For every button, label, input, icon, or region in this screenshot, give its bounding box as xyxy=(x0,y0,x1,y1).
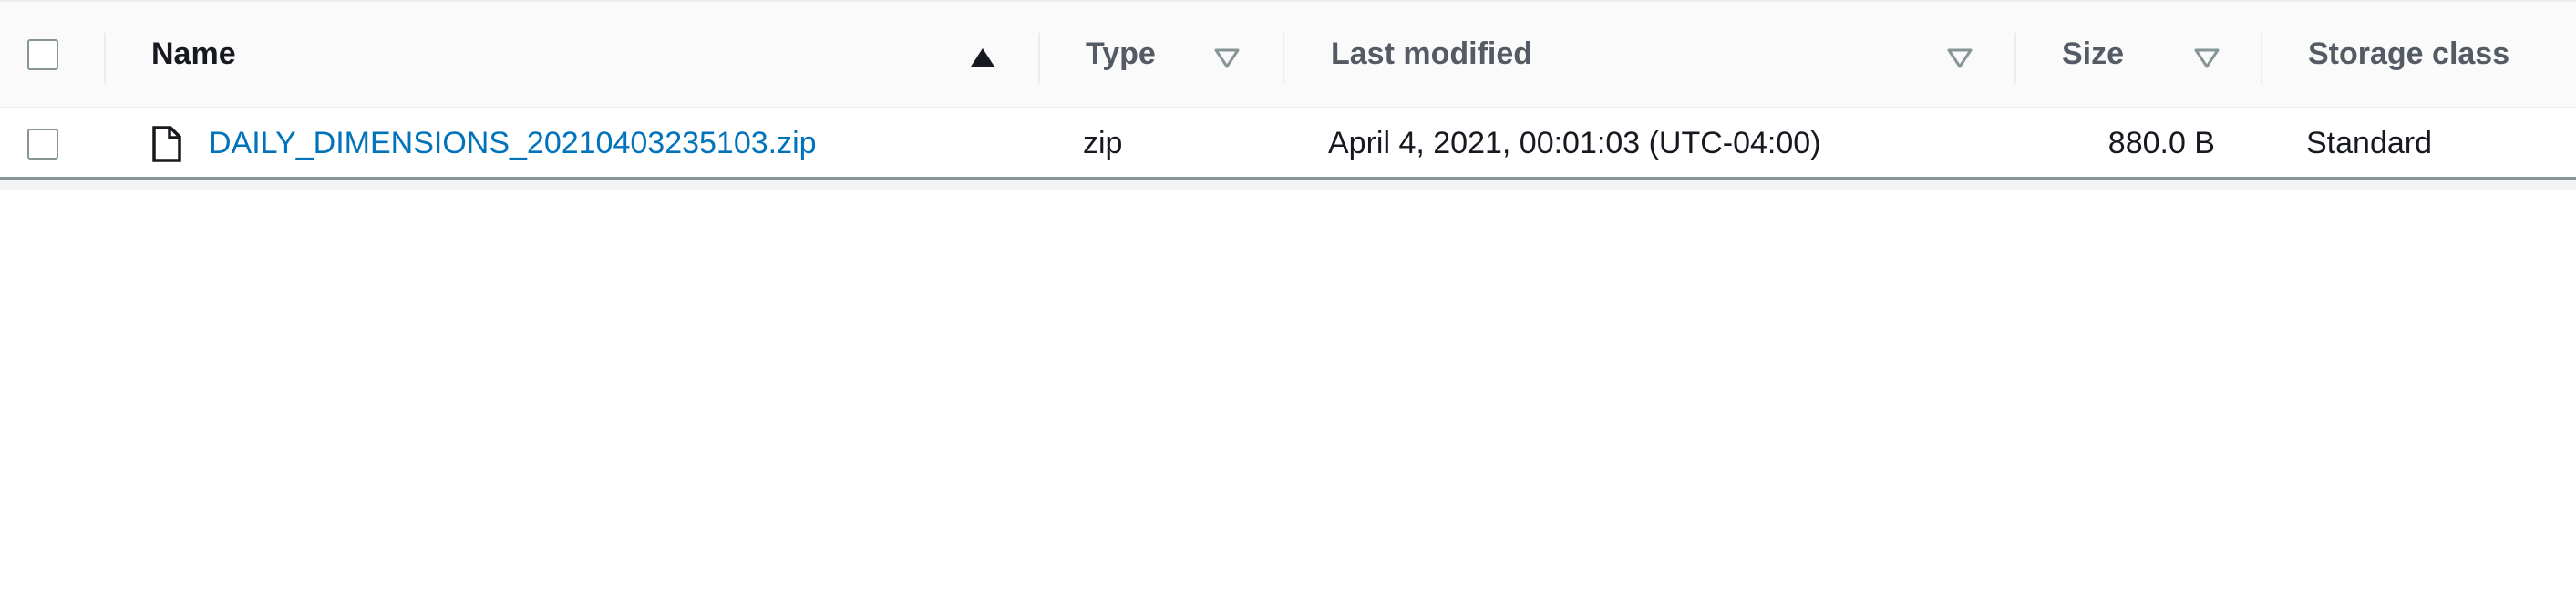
row-storage-class-cell: Standard xyxy=(2306,110,2432,177)
column-divider[interactable] xyxy=(104,33,106,84)
row-select-checkbox[interactable] xyxy=(27,128,58,160)
object-name-link[interactable]: DAILY_DIMENSIONS_20210403235103.zip xyxy=(209,126,817,161)
column-divider[interactable] xyxy=(2261,33,2262,84)
caret-down-outline-icon xyxy=(1947,48,1973,68)
column-divider[interactable] xyxy=(1283,33,1284,84)
row-last-modified-cell: April 4, 2021, 00:01:03 (UTC-04:00) xyxy=(1328,110,1821,177)
select-all-checkbox[interactable] xyxy=(27,38,58,70)
column-header-type-label: Type xyxy=(1086,36,1156,71)
object-last-modified: April 4, 2021, 00:01:03 (UTC-04:00) xyxy=(1328,126,1821,160)
sort-name-button[interactable] xyxy=(969,44,996,71)
select-all-cell xyxy=(27,2,58,107)
row-name-cell: DAILY_DIMENSIONS_20210403235103.zip xyxy=(209,110,817,177)
table-footer-strip xyxy=(0,180,2576,190)
sort-size-button[interactable] xyxy=(2193,47,2221,69)
object-type: zip xyxy=(1083,126,1123,160)
row-file-icon-cell xyxy=(151,110,182,177)
column-header-storage-class[interactable]: Storage class xyxy=(2308,2,2509,107)
column-divider[interactable] xyxy=(1038,33,1040,84)
sort-last-modified-button[interactable] xyxy=(1946,47,1973,69)
caret-down-outline-icon xyxy=(2194,48,2220,68)
row-type-cell: zip xyxy=(1083,110,1122,177)
column-header-storage-class-label: Storage class xyxy=(2308,36,2510,71)
column-header-size[interactable]: Size xyxy=(2062,2,2124,107)
table-row[interactable]: DAILY_DIMENSIONS_20210403235103.zip zip … xyxy=(0,110,2576,180)
column-header-type[interactable]: Type xyxy=(1086,2,1156,107)
table-header-row: Name Type Last modified Size Storage cla… xyxy=(0,0,2576,108)
object-size: 880.0 B xyxy=(2107,126,2215,160)
column-header-size-label: Size xyxy=(2062,36,2125,71)
row-size-cell: 880.0 B xyxy=(2005,110,2215,177)
column-header-last-modified-label: Last modified xyxy=(1331,36,1533,71)
row-select-cell xyxy=(27,110,58,177)
caret-down-outline-icon xyxy=(1214,48,1240,68)
column-header-name-label: Name xyxy=(151,36,236,71)
sort-type-button[interactable] xyxy=(1213,47,1241,69)
caret-up-filled-icon xyxy=(971,48,994,67)
column-divider[interactable] xyxy=(2014,33,2016,84)
column-header-name[interactable]: Name xyxy=(151,2,236,107)
file-icon xyxy=(152,125,181,162)
column-header-last-modified[interactable]: Last modified xyxy=(1331,2,1532,107)
object-storage-class: Standard xyxy=(2306,126,2432,160)
